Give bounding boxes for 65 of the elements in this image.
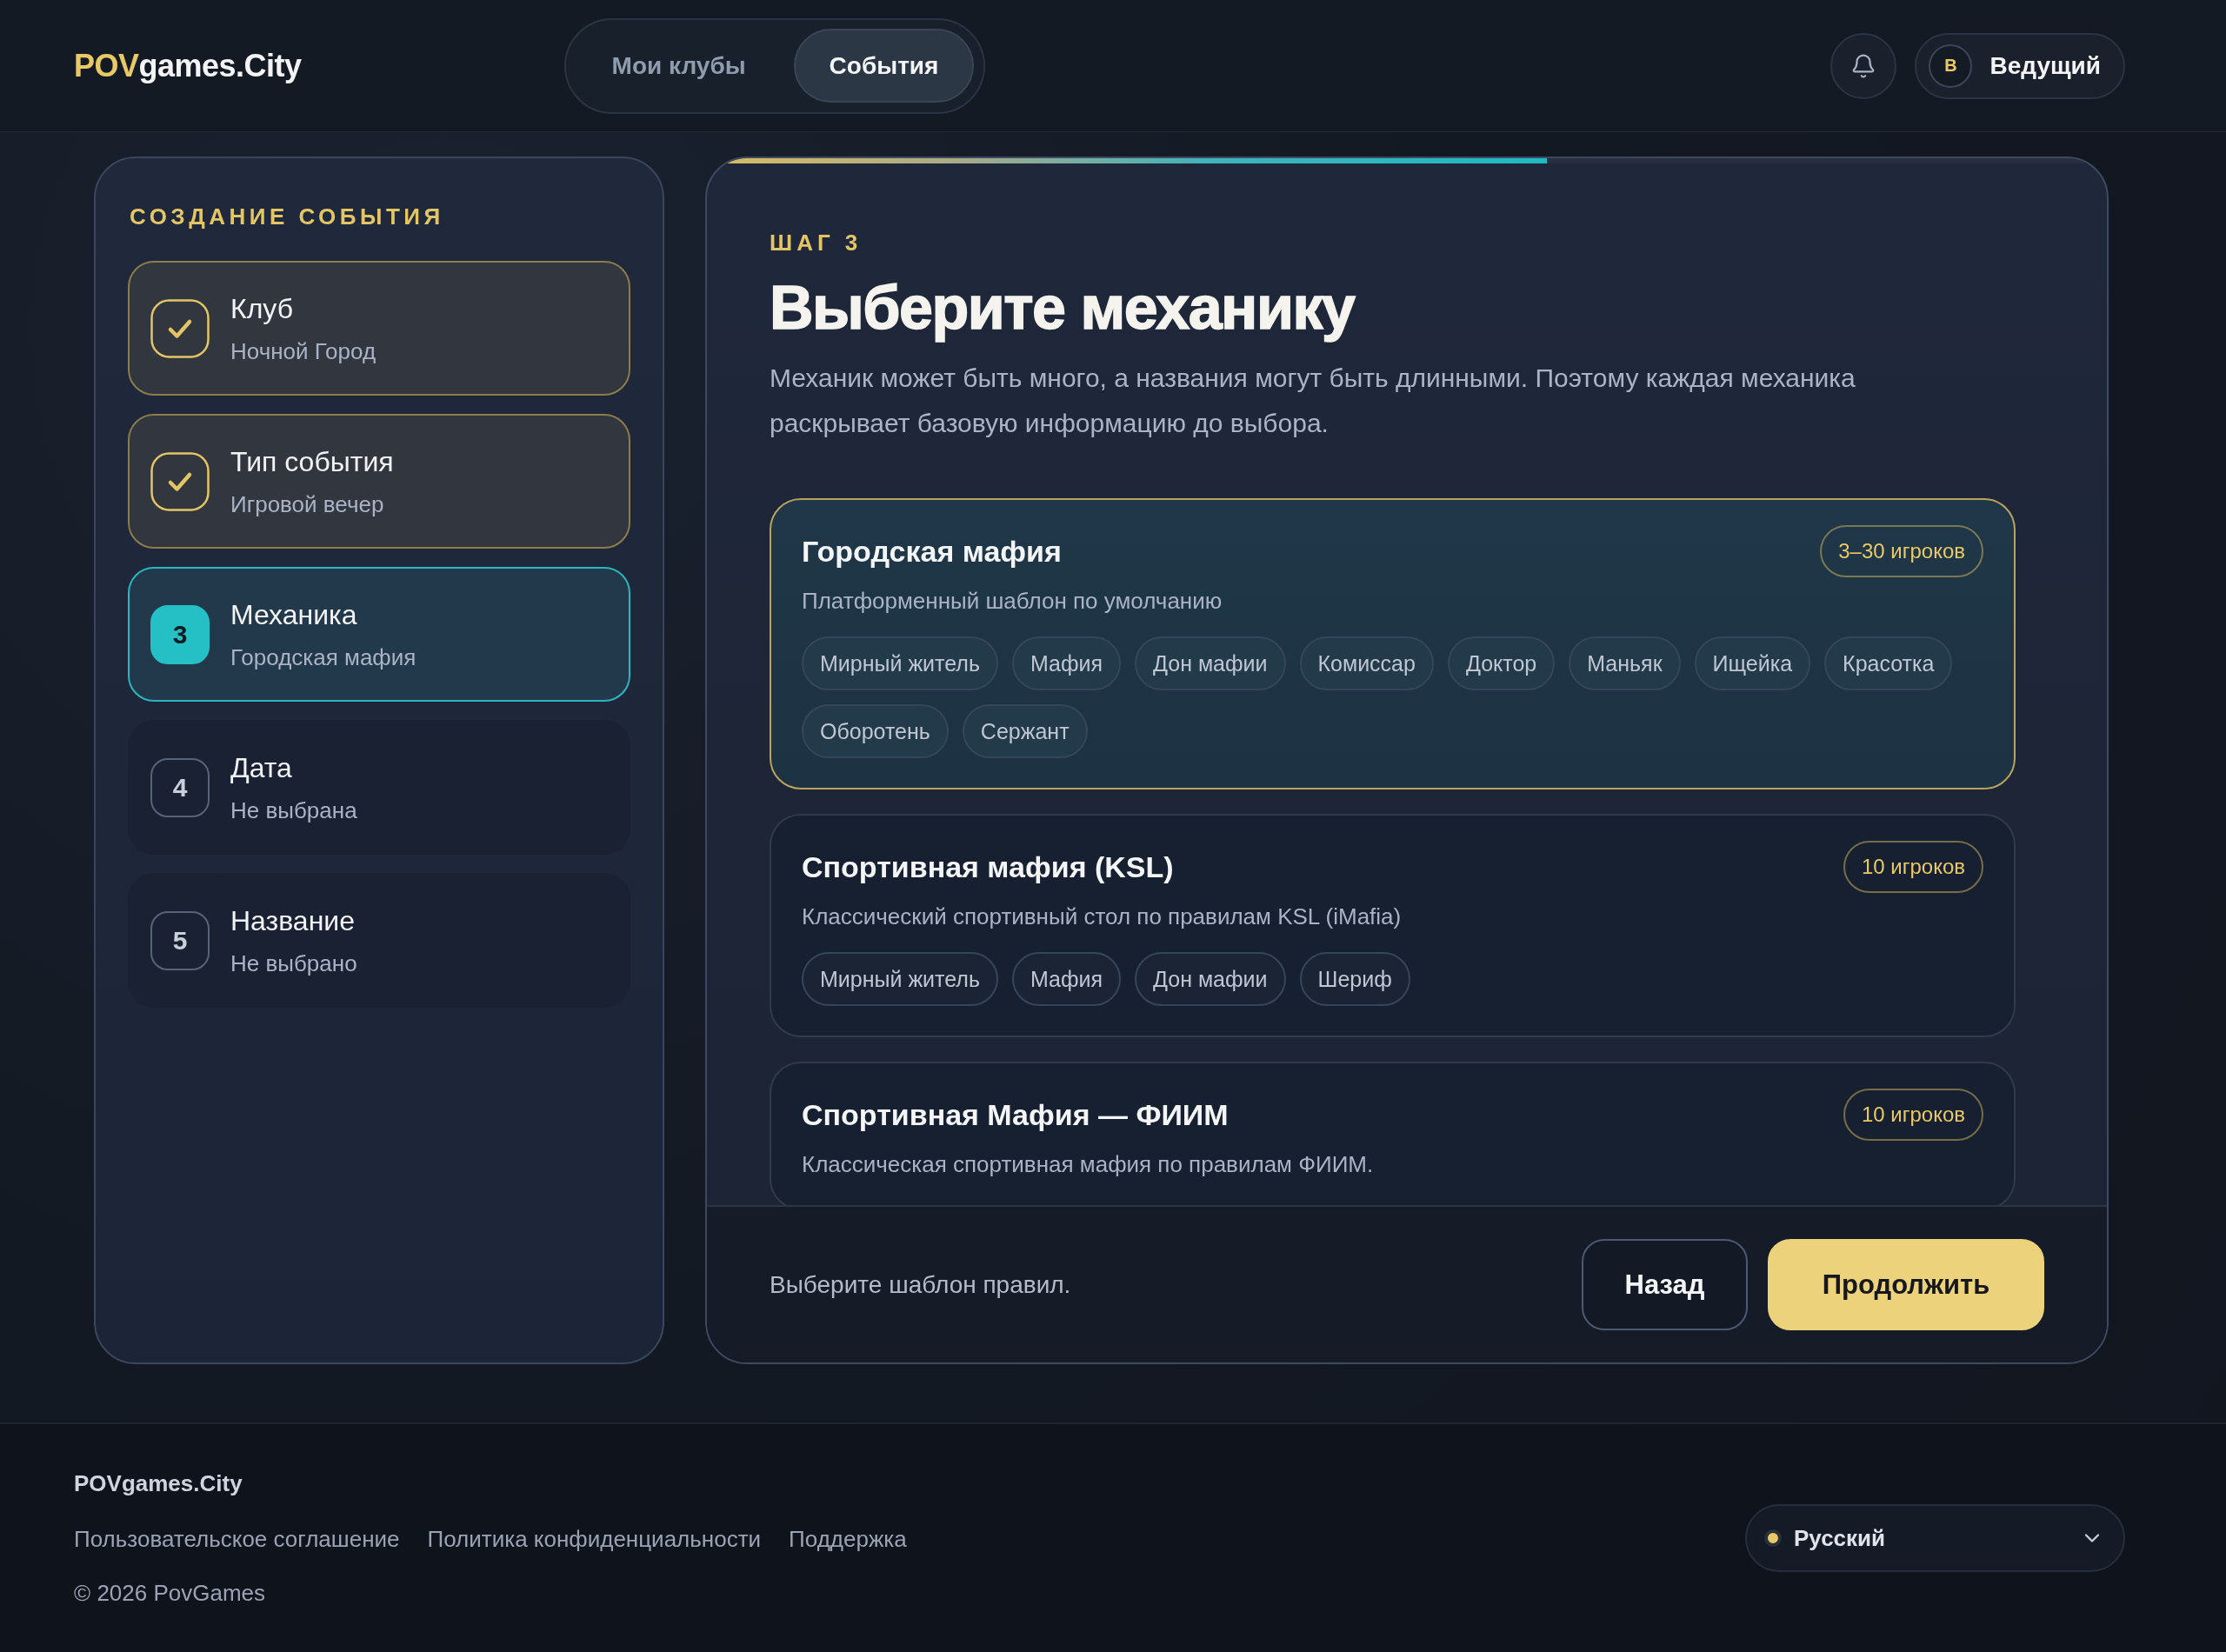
logo[interactable]: POVgames.City (74, 47, 302, 84)
player-count-badge: 3–30 игроков (1820, 525, 1983, 577)
step-value: Игровой вечер (230, 490, 384, 519)
footer-link[interactable]: Поддержка (789, 1524, 907, 1554)
back-button[interactable]: Назад (1582, 1239, 1748, 1330)
role-tag: Красотка (1824, 636, 1953, 690)
role-tag: Комиссар (1299, 636, 1434, 690)
page-description: Механик может быть много, а названия могут быть длинными. Поэтому каждая механика раскрывает базовую информацию до выбора. (770, 363, 1856, 439)
card-description: Классическая спортивная мафия по правилам ФИИМ. (802, 1150, 1374, 1179)
step-title: Тип события (230, 444, 394, 479)
mechanic-card[interactable]: Спортивная мафия (KSL) 10 игроков Классический спортивный стол по правилам KSL (iMafia) Мирный житель Мафия Дон мафии Шериф (770, 814, 2016, 1037)
step-value: Не выбрана (230, 796, 357, 825)
player-count-badge: 10 игроков (1843, 841, 1983, 893)
footer-link[interactable]: Пользовательское соглашение (74, 1524, 400, 1554)
role-tag: Доктор (1447, 636, 1556, 690)
role-tag: Маньяк (1569, 636, 1681, 690)
step-number: 3 (150, 604, 210, 664)
check-icon (150, 298, 210, 358)
avatar: В (1929, 43, 1973, 88)
footer-brand: POVgames.City (74, 1469, 243, 1498)
copyright-text: © 2026 PovGames (74, 1579, 266, 1608)
mechanic-card[interactable]: Спортивная Мафия — ФИИМ 10 игроков Классическая спортивная мафия по правилам ФИИМ. (770, 1062, 2016, 1205)
step-title: Название (230, 903, 355, 938)
role-tag: Ищейка (1694, 636, 1811, 690)
card-description: Платформенный шаблон по умолчанию (802, 587, 1223, 616)
mechanic-card[interactable]: Городская мафия 3–30 игроков Платформенный шаблон по умолчанию Мирный житель Мафия Дон мафии Комиссар Доктор Маньяк Ищейка Красотка Оборотень Сержант (770, 498, 2016, 789)
user-menu-button[interactable]: В Ведущий (1915, 32, 2125, 99)
role-tag: Мирный житель (802, 952, 998, 1006)
check-icon (150, 451, 210, 511)
step-item[interactable]: Тип события Игровой вечер (128, 414, 630, 549)
step-item[interactable]: 4 Дата Не выбрана (128, 720, 630, 855)
language-select[interactable]: Русский (1745, 1504, 2125, 1572)
nav-tab[interactable]: События (793, 29, 975, 103)
role-tag: Сержант (962, 704, 1088, 758)
footer-link[interactable]: Политика конфиденциальности (427, 1524, 762, 1554)
role-tag: Дон мафии (1135, 952, 1286, 1006)
role-tag: Дон мафии (1135, 636, 1286, 690)
card-title: Спортивная мафия (KSL) (802, 849, 1174, 884)
step-title: Механика (230, 597, 357, 632)
page-heading: Выберите механику (770, 274, 1355, 342)
hint-text: Выберите шаблон правил. (770, 1270, 1071, 1299)
step-value: Городская мафия (230, 643, 417, 672)
step-item[interactable]: Клуб Ночной Город (128, 261, 630, 396)
step-title: Клуб (230, 291, 293, 326)
step-number: 5 (150, 910, 210, 970)
role-tag: Мафия (1011, 636, 1122, 690)
role-tag: Оборотень (802, 704, 949, 758)
step-number: 4 (150, 757, 210, 817)
role-tag: Мафия (1011, 952, 1122, 1006)
step-value: Ночной Город (230, 336, 377, 366)
card-description: Классический спортивный стол по правилам KSL (iMafia) (802, 903, 1402, 931)
role-tag: Шериф (1299, 952, 1410, 1006)
status-dot-icon (1764, 1529, 1782, 1547)
continue-button[interactable]: Продолжить (1768, 1239, 2044, 1330)
card-title: Спортивная Мафия — ФИИМ (802, 1097, 1229, 1132)
step-item[interactable]: 3 Механика Городская мафия (128, 567, 630, 702)
card-title: Городская мафия (802, 534, 1062, 569)
sidebar-title: СОЗДАНИЕ СОБЫТИЯ (130, 203, 444, 230)
step-label: ШАГ 3 (770, 230, 863, 256)
player-count-badge: 10 игроков (1843, 1089, 1983, 1141)
step-value: Не выбрано (230, 949, 357, 978)
step-item[interactable]: 5 Название Не выбрано (128, 873, 630, 1008)
nav-tab[interactable]: Мои клубы (576, 29, 782, 103)
role-tag: Мирный житель (802, 636, 998, 690)
step-title: Дата (230, 750, 292, 785)
